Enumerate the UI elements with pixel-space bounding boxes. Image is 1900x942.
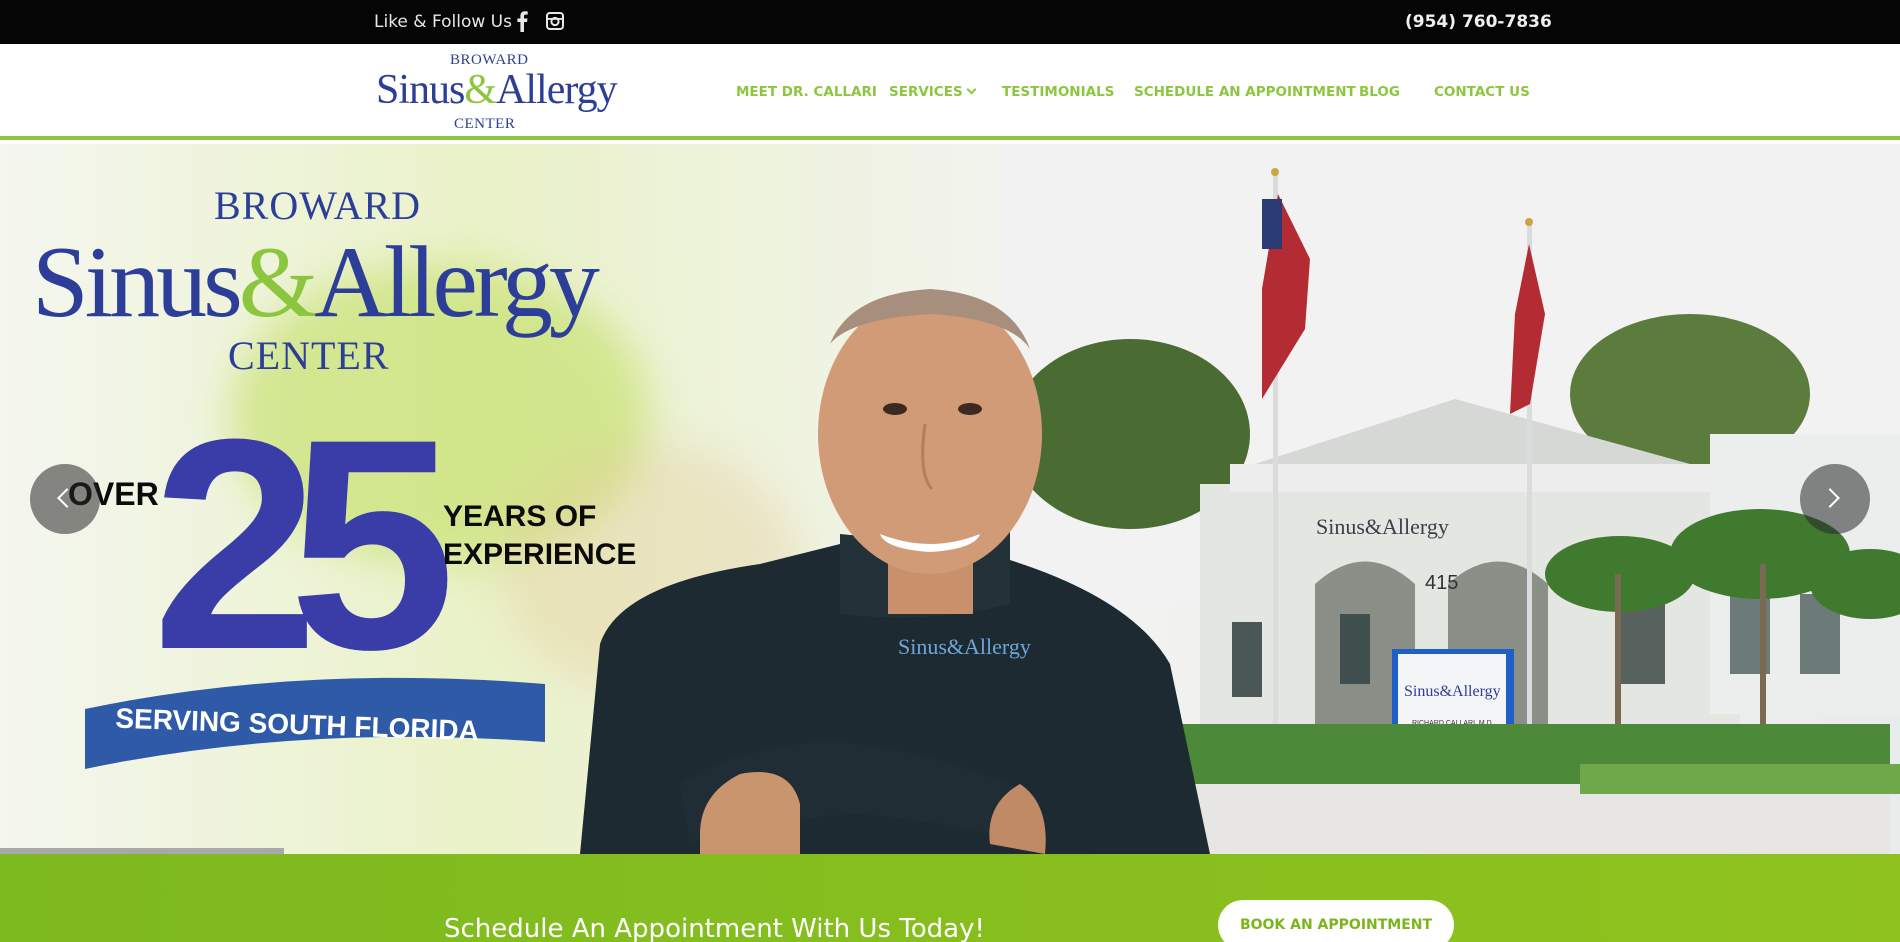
shirt-logo: Sinus&Allergy xyxy=(898,634,1031,659)
logo-word-allergy: Allergy xyxy=(496,67,618,113)
cta-band: Schedule An Appointment With Us Today! B… xyxy=(0,854,1900,942)
nav-contact-us[interactable]: CONTACT US xyxy=(1434,84,1530,100)
cta-text: Schedule An Appointment With Us Today! xyxy=(444,914,985,942)
monument-sign: Sinus&Allergy xyxy=(1404,683,1501,700)
logo-word-sinus: Sinus xyxy=(376,67,465,113)
nav-services-label: SERVICES xyxy=(889,84,963,100)
nav-meet-dr-callari[interactable]: MEET DR. CALLARI xyxy=(736,84,877,100)
logo-ampersand: & xyxy=(464,67,497,113)
chevron-left-icon xyxy=(57,488,77,508)
book-appointment-button[interactable]: BOOK AN APPOINTMENT xyxy=(1218,900,1454,942)
nav-testimonials[interactable]: TESTIMONIALS xyxy=(1002,84,1114,100)
follow-label: Like & Follow Us xyxy=(374,12,512,32)
nav-schedule-appointment[interactable]: SCHEDULE AN APPOINTMENT xyxy=(1134,84,1356,100)
building-sign: Sinus&Allergy xyxy=(1316,514,1449,539)
site-logo[interactable]: BROWARD Sinus&Allergy CENTER xyxy=(376,52,636,134)
hero-brand-wordmark: Sinus&Allergy xyxy=(32,224,600,341)
hero-word-sinus: Sinus xyxy=(32,226,243,339)
facebook-icon[interactable] xyxy=(515,10,529,32)
slider-prev-button[interactable] xyxy=(30,464,100,534)
phone-number[interactable]: (954) 760-7836 xyxy=(1405,12,1552,32)
chevron-right-icon xyxy=(1820,488,1840,508)
nav-blog[interactable]: BLOG xyxy=(1359,84,1400,100)
instagram-icon[interactable] xyxy=(546,12,564,30)
logo-wordmark: Sinus&Allergy xyxy=(376,66,618,114)
hero-years-number: 25 xyxy=(152,376,456,712)
hero-brand-center: CENTER xyxy=(228,333,390,378)
top-bar: Like & Follow Us (954) 760-7836 xyxy=(0,0,1900,44)
building-number: 415 xyxy=(1425,572,1458,594)
logo-line-center: CENTER xyxy=(454,116,516,132)
site-header: BROWARD Sinus&Allergy CENTER MEET DR. CA… xyxy=(0,44,1900,140)
hero-slider: Sinus&Allergy 415 Sinus&Allergy RICHARD … xyxy=(0,144,1900,854)
hero-years-line2: EXPERIENCE xyxy=(443,538,637,571)
slider-next-button[interactable] xyxy=(1800,464,1870,534)
hero-years-label: YEARS OF EXPERIENCE xyxy=(443,498,636,574)
hero-brand-broward: BROWARD xyxy=(214,183,422,228)
hero-years-line1: YEARS OF xyxy=(443,500,597,533)
nav-services[interactable]: SERVICES xyxy=(889,84,977,100)
chevron-down-icon xyxy=(966,84,977,95)
hero-ampersand: & xyxy=(238,226,318,339)
hero-word-allergy: Allergy xyxy=(314,226,600,339)
